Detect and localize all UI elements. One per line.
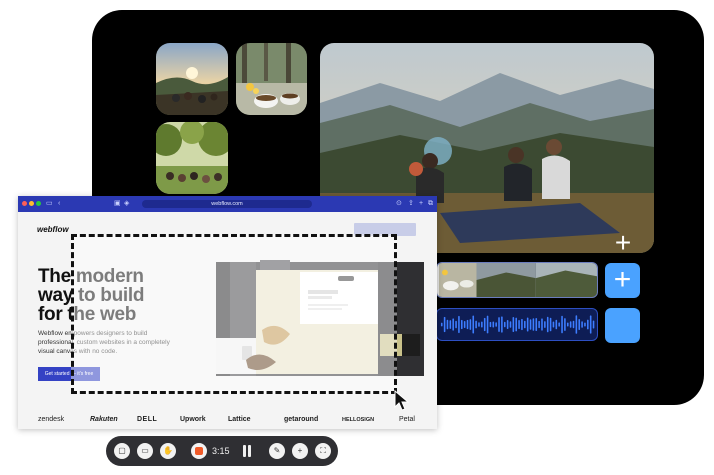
recorder-toolbar: ▢ ▭ ✋ 3:15 ✎ + ⛶ xyxy=(106,436,338,466)
waveform-bar xyxy=(589,315,592,334)
waveform-bar xyxy=(581,321,583,328)
waveform-bar xyxy=(486,315,489,334)
waveform-bar xyxy=(592,320,595,329)
fullscreen-icon[interactable]: ⛶ xyxy=(315,443,331,459)
waveform-bar xyxy=(503,321,506,328)
waveform-bar xyxy=(569,321,572,328)
waveform-bar xyxy=(461,319,463,330)
brand-logo: DELL xyxy=(137,416,158,423)
audio-waveform-track[interactable] xyxy=(436,308,598,341)
brand-logo: Petal xyxy=(399,416,415,423)
maximize-window-icon[interactable] xyxy=(36,201,41,206)
waveform-bar xyxy=(506,320,509,329)
sidebar-icon[interactable]: ▭ xyxy=(46,199,53,208)
waveform-bar xyxy=(535,318,538,331)
pause-icon[interactable] xyxy=(241,444,253,458)
waveform-bar xyxy=(552,321,555,328)
waveform-bar xyxy=(509,321,512,328)
waveform-bar xyxy=(564,318,566,331)
waveform-bar xyxy=(566,322,569,327)
brand-logo: Upwork xyxy=(180,416,206,423)
waveform-bar xyxy=(521,318,523,331)
camera-icon[interactable]: ▭ xyxy=(137,443,153,459)
share-page-icon[interactable]: ⇪ xyxy=(408,199,414,208)
record-icon[interactable] xyxy=(191,443,207,459)
add-audio-track-button[interactable] xyxy=(605,308,640,343)
waveform-bar xyxy=(538,320,540,329)
waveform-bar xyxy=(515,317,517,332)
waveform-bar xyxy=(541,318,543,331)
waveform-bar xyxy=(449,320,452,329)
draw-icon[interactable]: ✎ xyxy=(269,443,285,459)
add-icon[interactable]: + xyxy=(292,443,308,459)
waveform-bar xyxy=(455,320,457,329)
waveform-bar xyxy=(495,322,497,327)
add-clip-plus-icon[interactable]: + xyxy=(611,229,635,257)
waveform-bar xyxy=(572,320,575,329)
waveform-bar xyxy=(498,317,500,332)
waveform-bar xyxy=(489,321,492,328)
tabs-icon[interactable]: ⧉ xyxy=(428,199,433,208)
waveform-bar xyxy=(561,315,563,334)
waveform-bar xyxy=(529,319,532,330)
waveform-bar xyxy=(526,317,529,332)
download-icon[interactable]: ⊙ xyxy=(396,199,402,208)
waveform-bar xyxy=(501,316,503,333)
waveform-bar xyxy=(440,322,443,327)
waveform-bar xyxy=(446,319,449,330)
brand-logo: HELLOSIGN xyxy=(342,417,375,423)
mouse-cursor-icon xyxy=(394,389,410,411)
screen-icon[interactable]: ▢ xyxy=(114,443,130,459)
waveform-bar xyxy=(532,318,535,331)
back-icon[interactable]: ‹ xyxy=(58,199,60,208)
waveform-bar xyxy=(575,315,578,334)
waveform-bar xyxy=(452,318,454,331)
waveform-bar xyxy=(458,315,460,334)
waveform-bar xyxy=(481,321,483,328)
capture-selection-frame[interactable] xyxy=(71,234,397,394)
waveform-bar xyxy=(512,317,515,332)
screen-recorder-promo: + + ▭ ‹ ▣ ◈ webflow.com ⊙ ⇪ + ⧉ webflow … xyxy=(0,0,714,475)
add-video-track-button[interactable]: + xyxy=(605,263,640,298)
close-window-icon[interactable] xyxy=(22,201,27,206)
waveform-bar xyxy=(463,321,466,328)
minimize-window-icon[interactable] xyxy=(29,201,34,206)
waveform-bar xyxy=(475,320,477,329)
brand-logo: getaround xyxy=(284,416,319,423)
waveform-bar xyxy=(549,317,552,332)
browser-toolbar: ▭ ‹ ▣ ◈ webflow.com ⊙ ⇪ + ⧉ xyxy=(18,196,437,212)
waveform-bar xyxy=(443,316,446,333)
address-bar[interactable]: webflow.com xyxy=(142,200,312,208)
sunset-picnic-thumb[interactable] xyxy=(156,43,228,115)
shield-icon[interactable]: ◈ xyxy=(124,199,129,208)
brand-logo: Lattice xyxy=(228,416,251,423)
brand-logo: zendesk xyxy=(38,416,65,423)
coffee-mugs-thumb[interactable] xyxy=(236,43,307,115)
brand-logo: Rakuten xyxy=(90,416,118,423)
crowd-in-trees-thumb[interactable] xyxy=(156,122,228,194)
waveform-bar xyxy=(469,319,472,330)
waveform-bar xyxy=(466,319,469,330)
waveform-bar xyxy=(544,321,546,328)
waveform-bar xyxy=(578,319,581,330)
webflow-logo[interactable]: webflow xyxy=(37,225,69,234)
video-clip-track[interactable] xyxy=(436,262,598,298)
new-tab-icon[interactable]: + xyxy=(419,199,423,208)
waveform-bar xyxy=(587,319,589,330)
recording-timer: 3:15 xyxy=(212,446,230,456)
waveform-bar xyxy=(478,322,480,327)
waveform-bar xyxy=(492,321,495,328)
brand-logo-strip: zendesk Rakuten DELL Upwork Lattice geta… xyxy=(18,415,437,427)
waveform-bar xyxy=(558,322,560,327)
waveform-bar xyxy=(524,320,526,329)
waveform-bar xyxy=(546,316,549,333)
waveform-bar xyxy=(584,322,586,327)
waveform-bar xyxy=(555,319,558,330)
hand-icon[interactable]: ✋ xyxy=(160,443,176,459)
waveform-bar xyxy=(518,319,520,330)
waveform-bar xyxy=(483,317,486,332)
waveform-bar xyxy=(472,315,475,334)
share-icon[interactable]: ▣ xyxy=(114,199,121,208)
